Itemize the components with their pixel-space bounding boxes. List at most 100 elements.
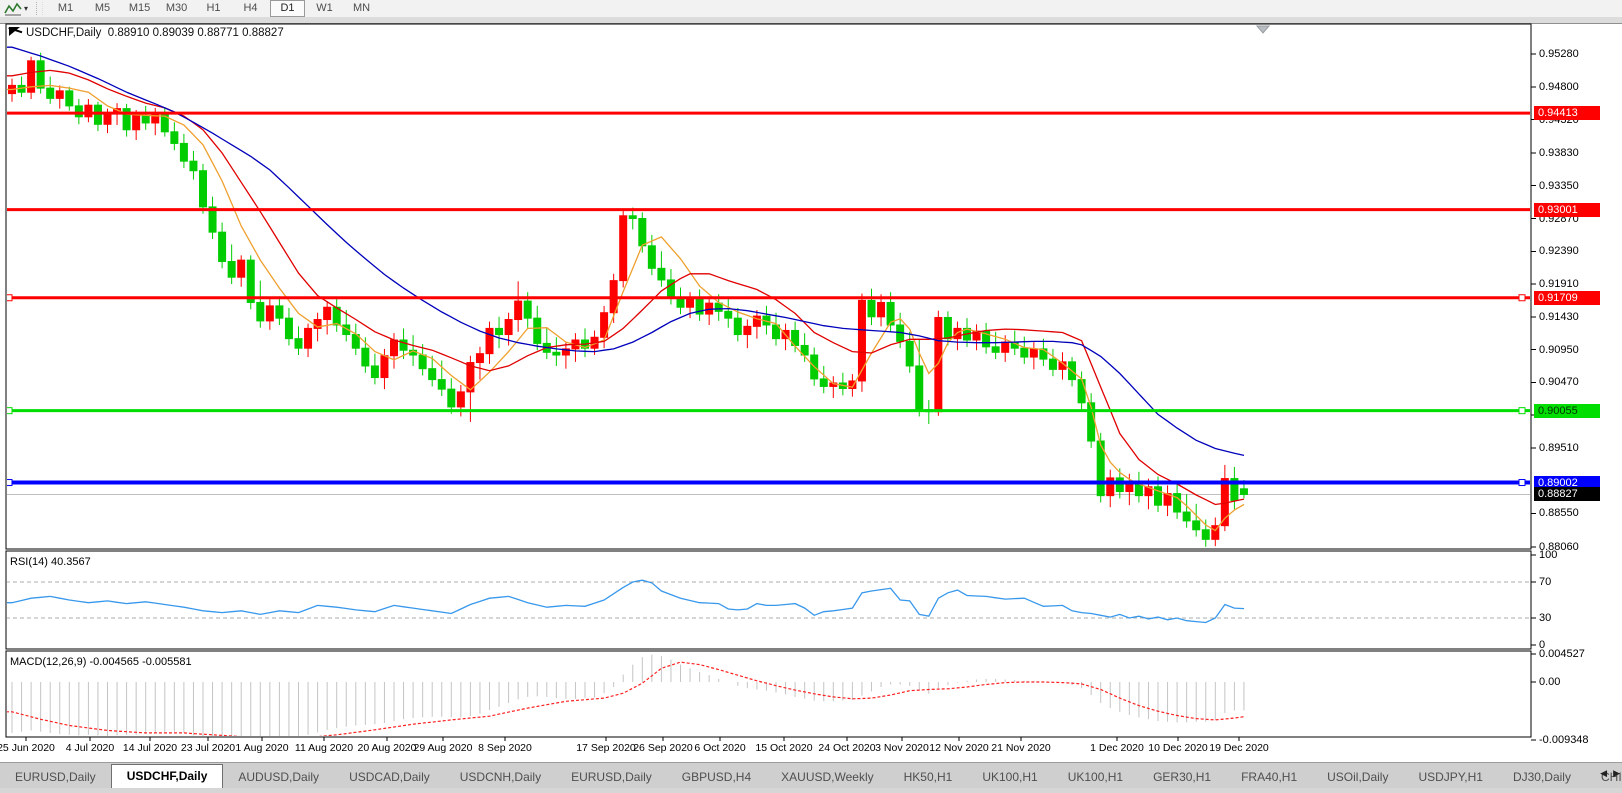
bull-candle: [391, 340, 398, 356]
rsi-axis-label: 70: [1539, 576, 1551, 588]
bear-candle: [648, 246, 655, 269]
tab-dj30-daily[interactable]: DJ30,Daily: [1498, 767, 1586, 789]
bull-candle: [457, 392, 464, 407]
bear-candle: [868, 300, 875, 316]
macd-axis-label: 0.004527: [1539, 648, 1585, 660]
tab-usdcad-daily[interactable]: USDCAD,Daily: [334, 767, 445, 789]
time-axis-label: 8 Sep 2020: [478, 742, 532, 754]
price-axis-label: 0.92390: [1539, 245, 1579, 257]
tab-hk50-h1[interactable]: HK50,H1: [889, 767, 968, 789]
bull-candle: [620, 216, 627, 281]
chart-symbol-marker-icon: [9, 27, 20, 36]
price-axis-label: 0.89510: [1539, 442, 1579, 454]
chart-canvas[interactable]: [0, 0, 1622, 762]
bear-candle: [992, 347, 999, 352]
bear-candle: [285, 318, 292, 338]
price-axis-label: 0.93830: [1539, 147, 1579, 159]
bear-candle: [228, 262, 235, 278]
bull-candle: [476, 354, 483, 363]
tab-usdcnh-daily[interactable]: USDCNH,Daily: [445, 767, 556, 789]
hline-handle[interactable]: [1519, 480, 1525, 486]
bear-candle: [725, 311, 732, 318]
hline-price-badge: 0.90055: [1534, 404, 1600, 418]
bear-candle: [276, 306, 283, 318]
hline-price-badge: 0.94413: [1534, 106, 1600, 120]
bear-candle: [496, 328, 503, 334]
chart-symbol-label: USDCHF,Daily: [26, 27, 101, 39]
tab-usoil-daily[interactable]: USOil,Daily: [1312, 767, 1403, 789]
tab-gbpusd-h4[interactable]: GBPUSD,H4: [667, 767, 766, 789]
bear-candle: [820, 379, 827, 387]
bear-candle: [448, 389, 455, 407]
bear-candle: [66, 91, 73, 106]
time-axis-label: 10 Dec 2020: [1148, 742, 1208, 754]
tab-ger30-h1[interactable]: GER30,H1: [1138, 767, 1226, 789]
bear-candle: [142, 115, 149, 123]
time-axis-label: 26 Sep 2020: [633, 742, 693, 754]
bear-candle: [419, 355, 426, 369]
macd-indicator-label: MACD(12,26,9) -0.004565 -0.005581: [10, 656, 192, 668]
bear-candle: [629, 216, 636, 219]
time-axis-label: 25 Jun 2020: [0, 742, 55, 754]
chart-ohlc-header: USDCHF,Daily 0.88910 0.89039 0.88771 0.8…: [26, 27, 284, 39]
time-axis-label: 12 Nov 2020: [929, 742, 989, 754]
tab-xauusd-weekly[interactable]: XAUUSD,Weekly: [766, 767, 888, 789]
tab-eurusd-daily[interactable]: EURUSD,Daily: [0, 767, 111, 789]
bear-candle: [247, 260, 254, 302]
time-axis-label: 6 Oct 2020: [694, 742, 745, 754]
bull-candle: [381, 356, 388, 378]
bear-candle: [1040, 349, 1047, 359]
bear-candle: [1078, 380, 1085, 403]
bear-candle: [1116, 478, 1123, 492]
status-strip: [0, 788, 1622, 793]
bear-candle: [171, 132, 178, 144]
bull-candle: [238, 260, 245, 277]
tab-scroll-left-icon[interactable]: ◀: [1600, 768, 1607, 779]
main-pane-border: [6, 24, 1531, 549]
price-axis-label: 0.90950: [1539, 344, 1579, 356]
macd-pane-border: [6, 651, 1531, 737]
tab-uk100-h1[interactable]: UK100,H1: [1053, 767, 1138, 789]
price-axis-label: 0.91910: [1539, 278, 1579, 290]
bull-candle: [85, 105, 92, 117]
bull-candle: [1030, 349, 1037, 357]
time-axis-label: 15 Oct 2020: [755, 742, 812, 754]
bear-candle: [94, 105, 101, 124]
tab-usdchf-daily[interactable]: USDCHF,Daily: [111, 764, 224, 789]
bear-candle: [1183, 512, 1190, 521]
bear-candle: [916, 366, 923, 410]
current-price-badge: 0.88827: [1534, 487, 1600, 501]
bull-candle: [935, 317, 942, 411]
tab-fra40-h1[interactable]: FRA40,H1: [1226, 767, 1312, 789]
hline-handle[interactable]: [1519, 408, 1525, 414]
tab-usdjpy-h1[interactable]: USDJPY,H1: [1403, 767, 1497, 789]
bear-candle: [371, 366, 378, 378]
bull-candle: [687, 299, 694, 307]
time-axis-label: 3 Nov 2020: [875, 742, 929, 754]
tab-audusd-daily[interactable]: AUDUSD,Daily: [223, 767, 334, 789]
bull-candle: [56, 91, 63, 99]
bull-candle: [1002, 342, 1009, 352]
close-value: 0.88827: [242, 27, 284, 39]
bull-candle: [305, 328, 312, 348]
time-axis-label: 11 Aug 2020: [295, 742, 353, 754]
price-axis-label: 0.95280: [1539, 48, 1579, 60]
open-value: 0.88910: [108, 27, 150, 39]
time-axis-label: 24 Oct 2020: [818, 742, 875, 754]
bull-candle: [515, 301, 522, 319]
tab-uk100-h1[interactable]: UK100,H1: [967, 767, 1052, 789]
macd-axis-label: 0.00: [1539, 676, 1560, 688]
tab-eurusd-daily[interactable]: EURUSD,Daily: [556, 767, 667, 789]
time-axis-label: 14 Jul 2020: [123, 742, 177, 754]
bull-candle: [486, 328, 493, 353]
bear-candle: [524, 301, 531, 318]
bear-candle: [295, 339, 302, 349]
bear-candle: [429, 369, 436, 380]
bear-candle: [1049, 359, 1056, 369]
bull-candle: [744, 326, 751, 334]
high-value: 0.89039: [153, 27, 195, 39]
bear-candle: [1240, 489, 1247, 495]
hline-handle[interactable]: [1519, 295, 1525, 301]
bear-candle: [658, 268, 665, 280]
tab-scroll-right-icon[interactable]: ▶: [1613, 768, 1620, 779]
